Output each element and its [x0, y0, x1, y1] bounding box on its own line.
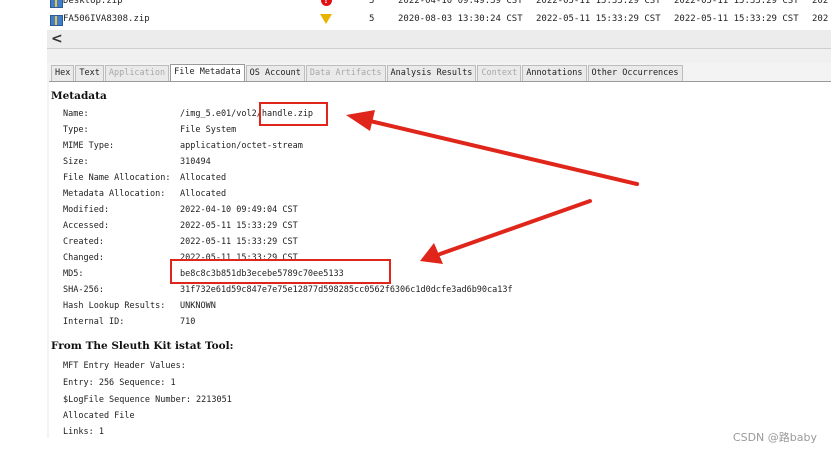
zip-file-icon [50, 0, 63, 8]
md5-label: MD5: [63, 269, 84, 279]
created-value: 2022-05-11 15:33:29 CST [180, 237, 298, 247]
modified-cell: 2020-08-03 13:30:24 CST [398, 14, 523, 24]
warning-flag-icon [318, 12, 334, 28]
modified-value: 2022-04-10 09:49:04 CST [180, 205, 298, 215]
file-name: Desktop.zip [63, 0, 123, 6]
tab-data-artifacts: Data Artifacts [305, 65, 386, 81]
accessed-value: 2022-05-11 15:33:29 CST [180, 221, 298, 231]
file-name-allocation-label: File Name Allocation: [63, 173, 171, 183]
hash-lookup-value: UNKNOWN [180, 301, 216, 311]
tab-hex[interactable]: Hex [51, 65, 75, 81]
mime-type-value: application/octet-stream [180, 141, 303, 151]
metadata-allocation-label: Metadata Allocation: [63, 189, 166, 199]
file-name: FA506IVA8308.zip [63, 14, 150, 24]
tab-os-account[interactable]: OS Account [245, 65, 305, 81]
zip-file-icon [50, 15, 63, 26]
changed-cell: 2022-05-11 15:33:29 CST [536, 0, 661, 6]
file-table: Desktop.zip ! 5 2022-04-10 09:49:39 CST … [47, 0, 831, 31]
type-value: File System [180, 125, 237, 135]
horizontal-scrollbar[interactable]: < [47, 30, 831, 49]
table-row[interactable]: Desktop.zip ! 5 2022-04-10 09:49:39 CST … [47, 0, 831, 9]
istat-line: Allocated File [63, 411, 135, 421]
md5-highlight-box [170, 259, 391, 284]
istat-line: MFT Entry Header Values: [63, 361, 186, 371]
istat-line: Links: 1 [63, 427, 104, 437]
metadata-allocation-value: Allocated [180, 189, 227, 199]
istat-line: Entry: 256 Sequence: 1 [63, 378, 176, 388]
accessed-label: Accessed: [63, 221, 110, 231]
tab-other-occurrences[interactable]: Other Occurrences [587, 65, 683, 81]
created-cell: 202 [812, 0, 829, 6]
notable-flag-icon: ! [318, 0, 334, 9]
changed-cell: 2022-05-11 15:33:29 CST [536, 14, 661, 24]
istat-heading: From The Sleuth Kit istat Tool: [51, 340, 234, 352]
sha256-value: 31f732e61d59c847e7e75e12877d598285cc0562… [180, 285, 513, 295]
filename-highlight-box [259, 102, 328, 126]
table-row[interactable]: FA506IVA8308.zip 5 2020-08-03 13:30:24 C… [47, 12, 831, 27]
internal-id-label: Internal ID: [63, 317, 125, 327]
changed-label: Changed: [63, 253, 104, 263]
size-label: Size: [63, 157, 89, 167]
mime-type-label: MIME Type: [63, 141, 115, 151]
sha256-label: SHA-256: [63, 285, 104, 295]
istat-line: $LogFile Sequence Number: 2213051 [63, 395, 232, 405]
type-label: Type: [63, 125, 89, 135]
content-viewer-tabs: Hex Text Application File Metadata OS Ac… [51, 64, 684, 81]
tab-text[interactable]: Text [75, 65, 104, 81]
hash-lookup-label: Hash Lookup Results: [63, 301, 166, 311]
accessed-cell: 2022-05-11 15:33:29 CST [674, 14, 799, 24]
file-name-allocation-value: Allocated [180, 173, 227, 183]
tab-file-metadata[interactable]: File Metadata [170, 64, 245, 81]
internal-id-value: 710 [180, 317, 196, 327]
modified-label: Modified: [63, 205, 110, 215]
tab-context: Context [477, 65, 522, 81]
created-cell: 202 [812, 14, 829, 24]
watermark: CSDN @路baby [732, 431, 817, 444]
tab-analysis-results[interactable]: Analysis Results [386, 65, 477, 81]
score-cell: 5 [369, 14, 375, 24]
tab-annotations[interactable]: Annotations [522, 65, 587, 81]
modified-cell: 2022-04-10 09:49:39 CST [398, 0, 523, 6]
scroll-left-icon[interactable]: < [51, 30, 63, 48]
file-metadata-panel: Metadata Name: /img_5.e01/vol2/handle.zi… [49, 81, 831, 438]
splitter[interactable] [47, 49, 831, 63]
name-label: Name: [63, 109, 89, 119]
size-value: 310494 [180, 157, 211, 167]
metadata-heading: Metadata [51, 90, 107, 102]
created-label: Created: [63, 237, 104, 247]
accessed-cell: 2022-05-11 15:33:29 CST [674, 0, 799, 6]
score-cell: 5 [369, 0, 375, 6]
tab-application: Application [104, 65, 170, 81]
autopsy-window: Desktop.zip ! 5 2022-04-10 09:49:39 CST … [47, 0, 831, 438]
